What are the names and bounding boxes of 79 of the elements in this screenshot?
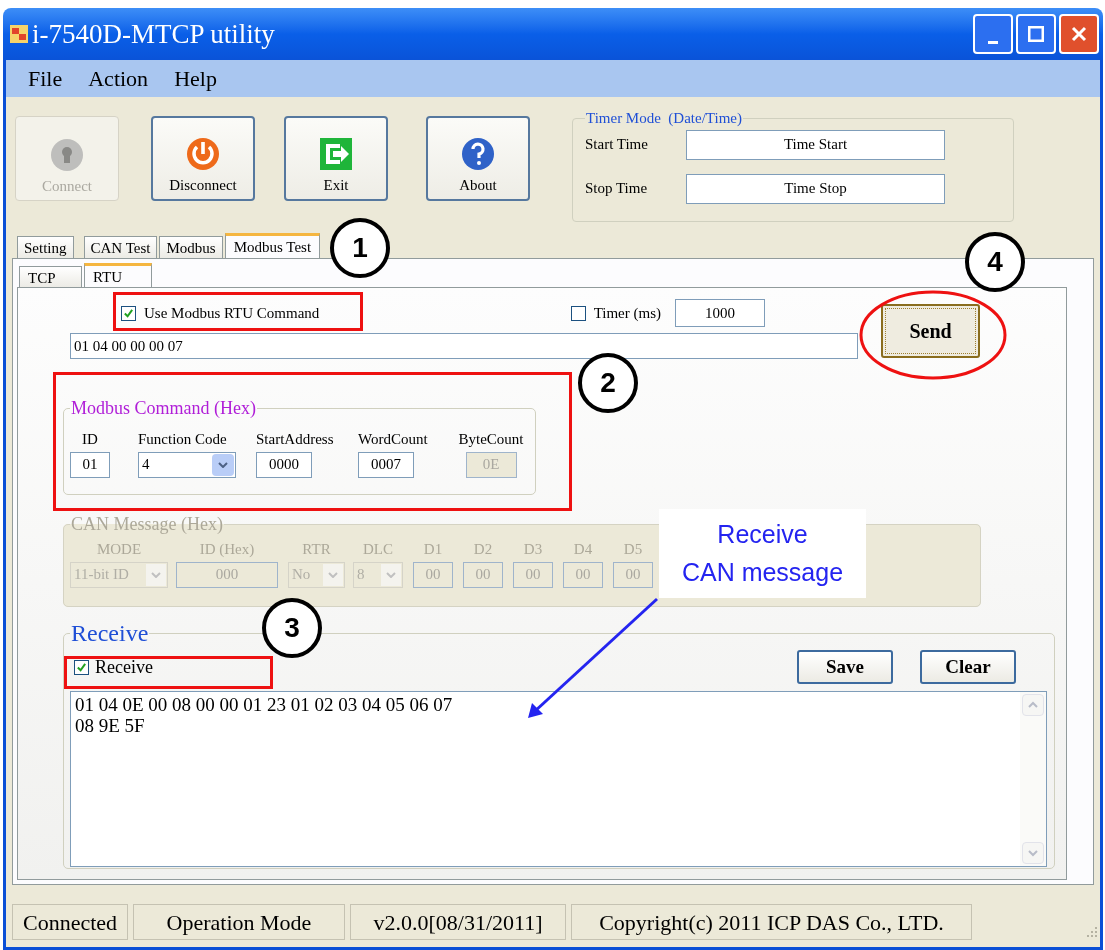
window-title: i-7540D-MTCP utility [32, 20, 275, 48]
time-field[interactable]: Time Start [686, 129, 945, 160]
checkbox[interactable] [121, 305, 136, 321]
group-title: CAN Message (Hex) [70, 513, 224, 536]
send-button[interactable]: Send [881, 304, 980, 358]
input-field[interactable]: 0000 [256, 451, 312, 478]
maximize-button[interactable] [1016, 14, 1056, 54]
field-label: D2 [473, 540, 493, 559]
field-label: StartAddress [256, 430, 334, 449]
close-button[interactable] [1059, 14, 1099, 54]
toolbar-button[interactable]: About [426, 116, 530, 201]
caret-icon [386, 571, 396, 578]
output-line: 08 9E 5F [75, 715, 146, 736]
dropdown-value: 8 [356, 565, 366, 585]
field-label: D1 [423, 540, 443, 559]
dialog-button[interactable]: Clear [920, 650, 1016, 684]
dropdown-value: 11-bit ID [73, 565, 130, 585]
status-field: Copyright(c) 2011 ICP DAS Co., LTD. [571, 904, 972, 940]
minimize-button[interactable] [973, 14, 1013, 54]
dropdown-value: No [291, 565, 312, 585]
dialog-button[interactable]: Save [797, 650, 893, 684]
field-label: D5 [623, 540, 643, 559]
tab[interactable]: Modbus [159, 236, 223, 258]
command-field[interactable]: 01 04 00 00 00 07 [70, 333, 858, 359]
status-field: v2.0.0[08/31/2011] [350, 904, 566, 940]
help-icon [460, 135, 496, 172]
keyhole-icon [49, 136, 85, 173]
status-field: Operation Mode [133, 904, 345, 940]
field-label: DLC [363, 540, 393, 559]
field-label: RTR [302, 540, 331, 559]
timer-field[interactable]: 1000 [675, 299, 765, 327]
caret-icon [218, 461, 228, 468]
checkbox[interactable] [570, 305, 586, 321]
caret-icon [151, 571, 161, 578]
maximize-icon [1028, 26, 1044, 42]
tab[interactable]: Setting [17, 236, 74, 258]
menu-item[interactable]: Action [88, 62, 149, 95]
field-label: D3 [523, 540, 543, 559]
close-icon [1069, 24, 1089, 44]
menu-item[interactable]: Help [174, 62, 217, 95]
check-icon [76, 661, 87, 673]
tab[interactable]: Modbus Test [224, 233, 321, 258]
field-label: MODE [96, 540, 142, 559]
dropdown[interactable]: 4 [138, 451, 236, 478]
group-title: Receive [70, 621, 150, 645]
input-field[interactable]: 01 [70, 451, 110, 478]
output-line: 01 04 0E 00 08 00 00 01 23 01 02 03 04 05 06 07 [75, 694, 454, 715]
time-field[interactable]: Time Stop [686, 173, 945, 204]
field-label: Function Code [138, 430, 227, 449]
toolbar-button[interactable]: Disconnect [151, 116, 255, 201]
status-field: Connected [12, 904, 128, 940]
checkbox[interactable] [74, 659, 89, 675]
field-label: ID (Hex) [199, 540, 255, 559]
resize-grip-icon[interactable] [1086, 926, 1098, 938]
field-label: Start Time [585, 135, 649, 155]
check-icon [123, 307, 134, 319]
input-field[interactable]: 0007 [358, 451, 414, 478]
field-label: WordCount [358, 430, 428, 449]
tab[interactable]: CAN Test [83, 236, 158, 258]
checkbox-label: Receive [95, 655, 153, 679]
checkbox-label: Use Modbus RTU Command [144, 303, 320, 323]
field-label: ID [82, 430, 98, 449]
tab[interactable]: TCP [19, 266, 82, 287]
field-label: D4 [573, 540, 593, 559]
menu-item[interactable]: File [28, 62, 63, 95]
exit-icon [318, 135, 354, 172]
caret-icon [328, 571, 338, 578]
dropdown-value: 4 [141, 455, 151, 475]
group-title: Timer Mode (Date/Time) [585, 109, 743, 128]
tab[interactable]: RTU [84, 263, 152, 287]
power-icon [185, 135, 221, 172]
group-title: Modbus Command (Hex) [70, 397, 257, 420]
callout-text: Receive CAN message [659, 509, 866, 598]
field-label: ByteCount [458, 430, 524, 449]
field-label: Stop Time [585, 179, 649, 199]
toolbar-button[interactable]: Exit [284, 116, 388, 201]
checkbox-label: Timer (ms) [593, 303, 661, 323]
app-icon [9, 24, 29, 44]
minimize-icon [988, 41, 998, 44]
